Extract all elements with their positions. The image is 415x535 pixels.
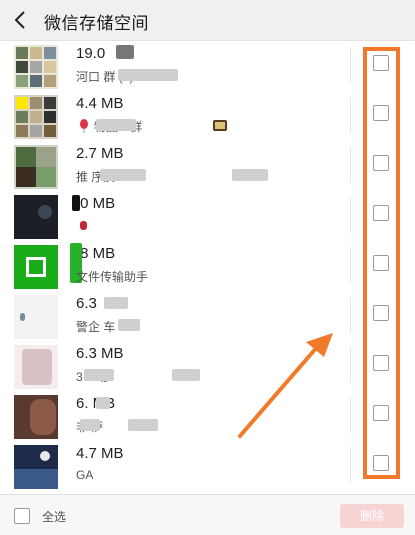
- annotation-arrow-icon: [238, 333, 333, 438]
- bottom-action-bar: 全选 删除: [0, 494, 415, 535]
- select-all-checkbox[interactable]: [14, 508, 30, 524]
- select-all-label[interactable]: 全选: [42, 508, 66, 525]
- annotation-highlight-box: [363, 47, 400, 479]
- delete-button[interactable]: 删除: [340, 504, 404, 528]
